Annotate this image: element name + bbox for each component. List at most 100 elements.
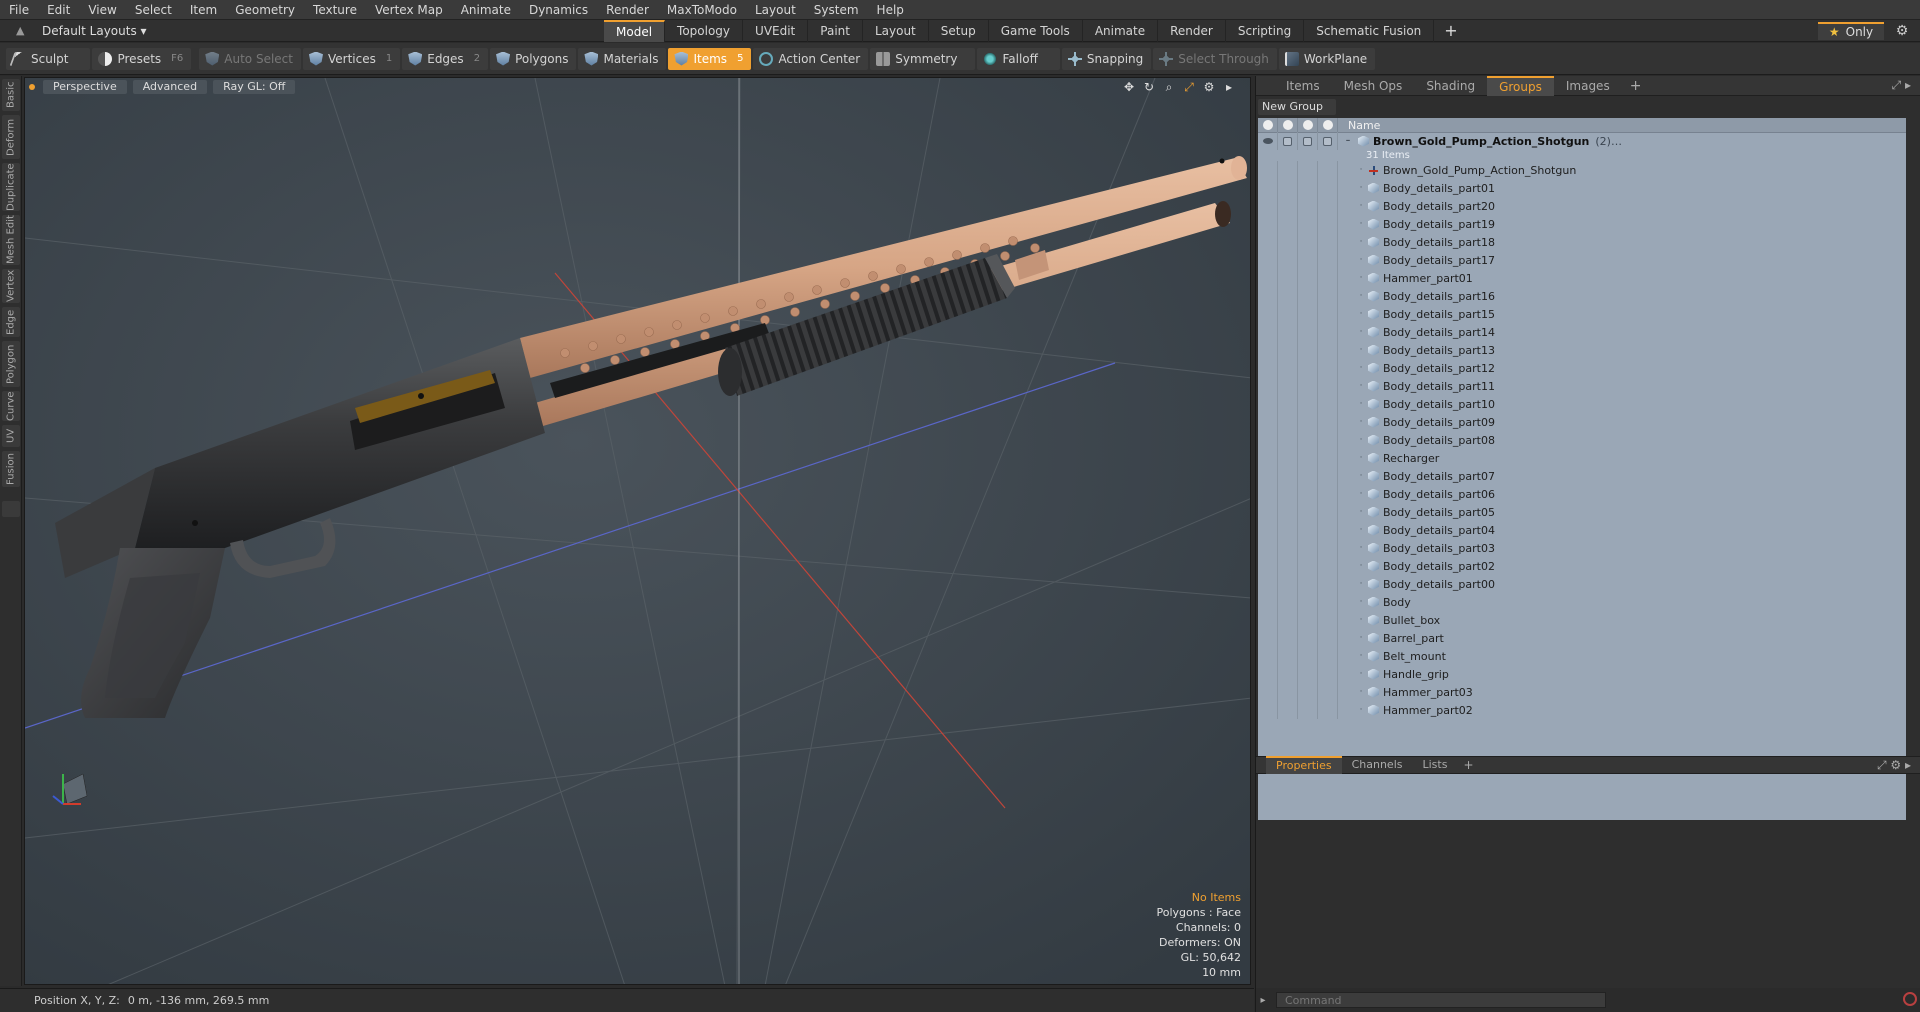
list-item[interactable]: · Body_details_part06 — [1258, 485, 1906, 503]
menu-texture[interactable]: Texture — [304, 0, 366, 20]
list-item[interactable]: · Body_details_part14 — [1258, 323, 1906, 341]
layout-collapse-icon[interactable]: ▲ — [16, 24, 28, 37]
tab-setup[interactable]: Setup — [929, 20, 989, 42]
panel-tab-mesh-ops[interactable]: Mesh Ops — [1332, 76, 1415, 96]
item-toggle-cell[interactable] — [1258, 431, 1278, 449]
fit-icon[interactable]: ⤢ — [1182, 80, 1196, 94]
item-toggle-cell[interactable] — [1258, 395, 1278, 413]
item-toggle-cell[interactable] — [1298, 215, 1318, 233]
list-item[interactable]: · Hammer_part03 — [1258, 683, 1906, 701]
panel-tab-items[interactable]: Items — [1274, 76, 1332, 96]
tab-animate[interactable]: Animate — [1083, 20, 1159, 42]
item-toggle-cell[interactable] — [1258, 287, 1278, 305]
list-item[interactable]: · Barrel_part — [1258, 629, 1906, 647]
list-item[interactable]: · Brown_Gold_Pump_Action_Shotgun — [1258, 161, 1906, 179]
properties-tab-lists[interactable]: Lists — [1413, 756, 1458, 774]
list-item[interactable]: · Body_details_part13 — [1258, 341, 1906, 359]
item-toggle-cell[interactable] — [1258, 359, 1278, 377]
item-toggle-cell[interactable] — [1258, 593, 1278, 611]
item-toggle-cell[interactable] — [1318, 215, 1338, 233]
item-toggle-cell[interactable] — [1278, 701, 1298, 719]
item-toggle-cell[interactable] — [1258, 521, 1278, 539]
menu-vertex-map[interactable]: Vertex Map — [366, 0, 452, 20]
render-toggle[interactable] — [1278, 132, 1298, 150]
item-toggle-cell[interactable] — [1258, 377, 1278, 395]
workplane-button[interactable]: WorkPlane — [1278, 47, 1376, 70]
menu-system[interactable]: System — [805, 0, 868, 20]
item-toggle-cell[interactable] — [1278, 161, 1298, 179]
item-toggle-cell[interactable] — [1278, 485, 1298, 503]
item-toggle-cell[interactable] — [1258, 647, 1278, 665]
tab-game-tools[interactable]: Game Tools — [989, 20, 1083, 42]
item-toggle-cell[interactable] — [1258, 305, 1278, 323]
left-tab-fusion[interactable]: Fusion — [2, 451, 20, 487]
group-row[interactable]: – Brown_Gold_Pump_Action_Shotgun (2)… — [1258, 132, 1906, 150]
item-toggle-cell[interactable] — [1278, 593, 1298, 611]
gear-icon[interactable]: ⚙ — [1894, 23, 1910, 39]
item-toggle-cell[interactable] — [1298, 395, 1318, 413]
item-toggle-cell[interactable] — [1278, 341, 1298, 359]
item-toggle-cell[interactable] — [1318, 701, 1338, 719]
menu-view[interactable]: View — [79, 0, 125, 20]
list-item[interactable]: · Body_details_part10 — [1258, 395, 1906, 413]
item-toggle-cell[interactable] — [1278, 323, 1298, 341]
materials-button[interactable]: Materials — [578, 47, 667, 70]
list-item[interactable]: · Body_details_part01 — [1258, 179, 1906, 197]
menu-layout[interactable]: Layout — [746, 0, 805, 20]
menu-maxtomodo[interactable]: MaxToModo — [658, 0, 746, 20]
item-toggle-cell[interactable] — [1258, 449, 1278, 467]
select-column-icon[interactable] — [1318, 118, 1338, 133]
item-toggle-cell[interactable] — [1258, 413, 1278, 431]
list-item[interactable]: · Body_details_part16 — [1258, 287, 1906, 305]
item-toggle-cell[interactable] — [1318, 629, 1338, 647]
item-toggle-cell[interactable] — [1318, 485, 1338, 503]
item-toggle-cell[interactable] — [1278, 395, 1298, 413]
item-toggle-cell[interactable] — [1318, 593, 1338, 611]
item-toggle-cell[interactable] — [1298, 485, 1318, 503]
item-toggle-cell[interactable] — [1298, 359, 1318, 377]
zoom-icon[interactable]: ⌕ — [1162, 80, 1176, 94]
falloff-button[interactable]: Falloff — [977, 47, 1060, 70]
item-toggle-cell[interactable] — [1298, 611, 1318, 629]
item-toggle-cell[interactable] — [1298, 647, 1318, 665]
item-toggle-cell[interactable] — [1258, 197, 1278, 215]
item-toggle-cell[interactable] — [1318, 557, 1338, 575]
item-toggle-cell[interactable] — [1278, 647, 1298, 665]
item-toggle-cell[interactable] — [1258, 215, 1278, 233]
list-item[interactable]: · Bullet_box — [1258, 611, 1906, 629]
left-tab-mesh-edit[interactable]: Mesh Edit — [2, 215, 20, 265]
viewport-menu-dot[interactable] — [29, 84, 35, 90]
list-item[interactable]: · Body_details_part03 — [1258, 539, 1906, 557]
list-item[interactable]: · Body_details_part17 — [1258, 251, 1906, 269]
item-toggle-cell[interactable] — [1278, 377, 1298, 395]
snapping-button[interactable]: Snapping — [1061, 47, 1152, 70]
raygl-button[interactable]: Ray GL: Off — [213, 80, 296, 94]
item-toggle-cell[interactable] — [1298, 557, 1318, 575]
item-toggle-cell[interactable] — [1258, 683, 1278, 701]
item-toggle-cell[interactable] — [1278, 503, 1298, 521]
menu-help[interactable]: Help — [868, 0, 913, 20]
menu-geometry[interactable]: Geometry — [226, 0, 304, 20]
select-toggle[interactable] — [1318, 132, 1338, 150]
left-tab-vertex[interactable]: Vertex — [2, 269, 20, 303]
item-toggle-cell[interactable] — [1278, 557, 1298, 575]
add-properties-tab-icon[interactable]: + — [1457, 758, 1479, 772]
properties-controls-icon[interactable]: ⤢ ⚙ ▸ — [1877, 758, 1911, 773]
item-toggle-cell[interactable] — [1278, 683, 1298, 701]
item-toggle-cell[interactable] — [1278, 197, 1298, 215]
item-toggle-cell[interactable] — [1318, 251, 1338, 269]
tab-scripting[interactable]: Scripting — [1226, 20, 1305, 42]
properties-tab-channels[interactable]: Channels — [1342, 756, 1413, 774]
item-toggle-cell[interactable] — [1318, 233, 1338, 251]
item-toggle-cell[interactable] — [1298, 593, 1318, 611]
panel-tab-shading[interactable]: Shading — [1414, 76, 1487, 96]
menu-file[interactable]: File — [0, 0, 38, 20]
view-type-button[interactable]: Perspective — [43, 80, 127, 94]
item-toggle-cell[interactable] — [1258, 575, 1278, 593]
item-toggle-cell[interactable] — [1278, 539, 1298, 557]
polygons-button[interactable]: Polygons — [490, 47, 577, 70]
item-toggle-cell[interactable] — [1258, 323, 1278, 341]
list-item[interactable]: · Body_details_part11 — [1258, 377, 1906, 395]
item-toggle-cell[interactable] — [1258, 629, 1278, 647]
render-column-icon[interactable] — [1278, 118, 1298, 133]
